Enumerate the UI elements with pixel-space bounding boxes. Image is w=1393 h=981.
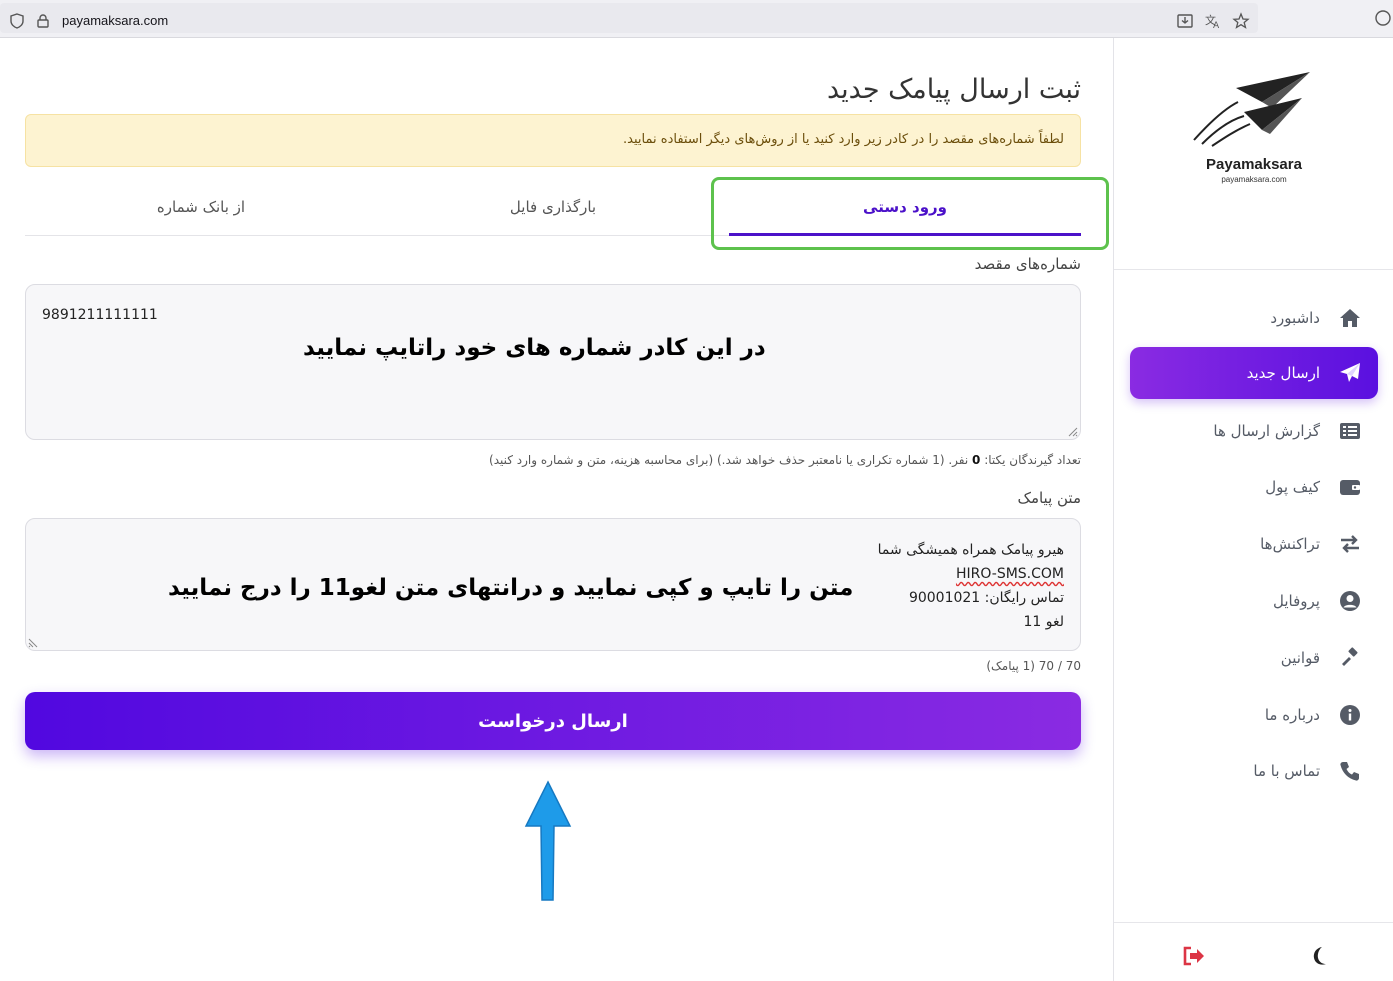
lock-icon [37,14,49,28]
shield-icon [10,13,24,29]
numbers-instruction-note: در این کادر شماره های خود راتایپ نمایید [303,335,766,361]
message-textarea[interactable]: هیرو پیامک همراه همیشگی شما HIRO-SMS.COM… [25,518,1081,651]
sidebar: Payamaksara payamaksara.com داشبورد ارسا… [1113,38,1393,981]
sidebar-item-reports[interactable]: گزارش ارسال ها [1130,405,1378,457]
sidebar-item-label: درباره ما [1264,706,1320,724]
tab-file-upload[interactable]: بارگذاری فایل [377,178,729,236]
list-icon [1338,419,1362,443]
logo-subtitle: payamaksara.com [1221,175,1287,184]
message-line: HIRO-SMS.COM [955,566,1064,582]
sidebar-footer [1114,922,1393,981]
paper-planes-logo-icon [1193,72,1310,147]
translate-icon[interactable]: 文A [1204,12,1222,30]
sidebar-item-label: داشبورد [1270,309,1320,327]
phone-icon [1338,759,1362,783]
sidebar-item-label: گزارش ارسال ها [1213,422,1320,440]
sidebar-item-rules[interactable]: قوانین [1130,632,1378,684]
logout-icon[interactable] [1182,946,1206,966]
logo[interactable]: Payamaksara payamaksara.com [1192,68,1316,218]
resize-grip-icon[interactable] [1066,425,1078,437]
sidebar-item-contact[interactable]: تماس با ما [1130,745,1378,797]
tab-highlight-frame [711,177,1109,250]
sidebar-item-about[interactable]: درباره ما [1130,689,1378,741]
logo-title: Payamaksara [1206,156,1302,173]
numbers-value: 9891211111111 [42,307,158,323]
sidebar-item-label: کیف پول [1265,478,1320,496]
sidebar-item-dashboard[interactable]: داشبورد [1130,292,1378,344]
message-line: هیرو پیامک همراه همیشگی شما [877,542,1064,558]
url-text: payamaksara.com [62,13,169,28]
sidebar-item-label: قوانین [1280,649,1320,667]
message-line: لغو 11 [1023,614,1064,630]
moon-icon[interactable] [1308,945,1330,967]
download-page-icon[interactable] [1176,12,1194,30]
browser-toolbar: payamaksara.com 文A [0,0,1393,38]
svg-text:A: A [1213,21,1220,30]
home-icon [1338,306,1362,330]
resize-grip-icon[interactable] [28,636,40,648]
sidebar-item-label: تراکنش‌ها [1260,535,1320,553]
sidebar-item-label: تماس با ما [1253,762,1320,780]
sidebar-item-transactions[interactable]: تراکنش‌ها [1130,518,1378,570]
submit-request-button[interactable]: ارسال درخواست [25,692,1081,750]
sidebar-item-wallet[interactable]: کیف پول [1130,461,1378,513]
exchange-icon [1338,532,1362,556]
account-icon[interactable] [1374,9,1392,27]
message-line: تماس رایگان: 90001021 [908,590,1064,606]
message-instruction-note: متن را تایپ و کپی نمایید و درانتهای متن … [168,575,854,601]
numbers-textarea[interactable]: 9891211111111 در این کادر شماره های خود … [25,284,1081,440]
sidebar-divider [1114,269,1393,270]
sidebar-item-new-send[interactable]: ارسال جدید [1130,347,1378,399]
arrow-up-icon [524,780,572,901]
wallet-icon [1338,475,1362,499]
tab-number-bank[interactable]: از بانک شماره [25,178,377,236]
sidebar-item-label: پروفایل [1273,592,1320,610]
sidebar-item-profile[interactable]: پروفایل [1130,575,1378,627]
page-title: ثبت ارسال پیامک جدید [827,74,1081,105]
info-icon [1338,703,1362,727]
sidebar-item-label: ارسال جدید [1246,364,1320,382]
address-bar[interactable]: payamaksara.com 文A [0,3,1258,33]
star-icon[interactable] [1232,12,1250,30]
gavel-icon [1338,646,1362,670]
paper-plane-icon [1338,361,1362,385]
info-alert: لطفاً شماره‌های مقصد را در کادر زیر وارد… [25,114,1081,167]
user-circle-icon [1338,589,1362,613]
